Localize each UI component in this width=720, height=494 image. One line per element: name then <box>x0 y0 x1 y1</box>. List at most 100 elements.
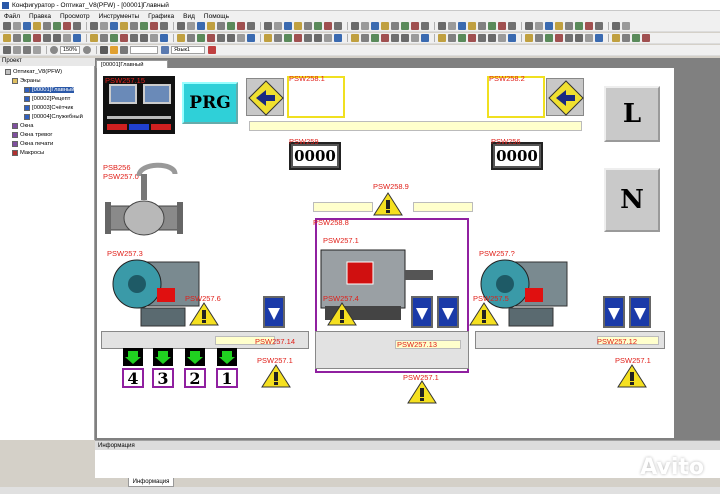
toolbar-tool-icon[interactable] <box>197 34 205 42</box>
zoom-out-icon[interactable] <box>50 46 58 54</box>
toolbar-tool-icon[interactable] <box>508 22 516 30</box>
left-arrow-button[interactable] <box>246 78 284 116</box>
toolbar-tool-icon[interactable] <box>274 22 282 30</box>
green-arrow-button-4[interactable] <box>123 348 143 366</box>
toolbar-tool-icon[interactable] <box>23 22 31 30</box>
toolbar-tool-icon[interactable] <box>468 34 476 42</box>
down-button-1[interactable] <box>263 296 285 328</box>
state-icon[interactable] <box>120 46 129 54</box>
state-select[interactable] <box>130 46 159 54</box>
tree-screen-1[interactable]: [00001]Главный <box>24 87 75 93</box>
menu-help[interactable]: Помощь <box>204 13 229 20</box>
toolbar-tool-icon[interactable] <box>468 22 476 30</box>
toolbar-tool-icon[interactable] <box>498 34 506 42</box>
toolbar-tool-icon[interactable] <box>294 34 302 42</box>
toolbar-tool-icon[interactable] <box>177 22 185 30</box>
toolbar-tool-icon[interactable] <box>247 34 255 42</box>
green-arrow-button-3[interactable] <box>153 348 173 366</box>
toolbar-tool-icon[interactable] <box>535 34 543 42</box>
toolbar-tool-icon[interactable] <box>43 34 51 42</box>
toolbar-tool-icon[interactable] <box>421 22 429 30</box>
tree-macros[interactable]: Макросы <box>12 150 44 156</box>
order-icon[interactable] <box>23 46 31 54</box>
tree-screens[interactable]: Экраны <box>12 78 41 84</box>
toolbar-tool-icon[interactable] <box>545 34 553 42</box>
toolbar-tool-icon[interactable] <box>575 34 583 42</box>
toolbar-tool-icon[interactable] <box>43 22 51 30</box>
toolbar-tool-icon[interactable] <box>140 22 148 30</box>
toolbar-tool-icon[interactable] <box>73 34 81 42</box>
toolbar-tool-icon[interactable] <box>304 34 312 42</box>
align-icon[interactable] <box>3 46 11 54</box>
menu-tools[interactable]: Инструменты <box>99 13 140 20</box>
n-button[interactable]: N <box>604 168 660 232</box>
toolbar-tool-icon[interactable] <box>177 34 185 42</box>
toolbar-tool-icon[interactable] <box>565 22 573 30</box>
toolbar-tool-icon[interactable] <box>448 22 456 30</box>
down-button-5[interactable] <box>629 296 651 328</box>
toolbar-tool-icon[interactable] <box>525 34 533 42</box>
toolbar-tool-icon[interactable] <box>612 34 620 42</box>
toolbar-tool-icon[interactable] <box>421 34 429 42</box>
toolbar-tool-icon[interactable] <box>622 34 630 42</box>
toolbar-tool-icon[interactable] <box>371 22 379 30</box>
toolbar-tool-icon[interactable] <box>478 22 486 30</box>
toolbar-tool-icon[interactable] <box>438 22 446 30</box>
toolbar-tool-icon[interactable] <box>438 34 446 42</box>
grid-icon[interactable] <box>100 46 109 54</box>
toolbar-tool-icon[interactable] <box>160 22 168 30</box>
toolbar-tool-icon[interactable] <box>555 34 563 42</box>
menu-edit[interactable]: Правка <box>29 13 51 20</box>
tree-print-windows[interactable]: Окна печати <box>12 141 53 147</box>
zoom-select[interactable]: 150% <box>60 46 81 54</box>
toolbar-tool-icon[interactable] <box>294 22 302 30</box>
toolbar-tool-icon[interactable] <box>130 22 138 30</box>
toolbar-tool-icon[interactable] <box>458 22 466 30</box>
number-button-3[interactable]: 3 <box>152 368 174 388</box>
toolbar-tool-icon[interactable] <box>458 34 466 42</box>
tree-alarm-windows[interactable]: Окна тревог <box>12 132 53 138</box>
down-button-4[interactable] <box>603 296 625 328</box>
toolbar-tool-icon[interactable] <box>575 22 583 30</box>
green-arrow-button-1[interactable] <box>217 348 237 366</box>
toolbar-tool-icon[interactable] <box>351 34 359 42</box>
toolbar-tool-icon[interactable] <box>187 22 195 30</box>
tree-screen-3[interactable]: [00003]Счётчик <box>24 105 73 111</box>
toolbar-tool-icon[interactable] <box>585 22 593 30</box>
toolbar-tool-icon[interactable] <box>100 34 108 42</box>
toolbar-tool-icon[interactable] <box>73 22 81 30</box>
toolbar-tool-icon[interactable] <box>130 34 138 42</box>
toolbar-tool-icon[interactable] <box>595 22 603 30</box>
toolbar-tool-icon[interactable] <box>100 22 108 30</box>
prg-button[interactable]: PRG <box>182 82 238 124</box>
toolbar-tool-icon[interactable] <box>498 22 506 30</box>
toolbar-tool-icon[interactable] <box>140 34 148 42</box>
language-icon[interactable] <box>161 46 170 54</box>
menu-window[interactable]: Вид <box>183 13 195 20</box>
group-icon[interactable] <box>13 46 21 54</box>
toolbar-tool-icon[interactable] <box>401 34 409 42</box>
toolbar-tool-icon[interactable] <box>33 22 41 30</box>
toolbar-tool-icon[interactable] <box>3 34 11 42</box>
hand-icon[interactable] <box>110 46 119 54</box>
toolbar-tool-icon[interactable] <box>411 34 419 42</box>
toolbar-tool-icon[interactable] <box>274 34 282 42</box>
toolbar-tool-icon[interactable] <box>284 34 292 42</box>
toolbar-tool-icon[interactable] <box>197 22 205 30</box>
down-button-3[interactable] <box>437 296 459 328</box>
toolbar-tool-icon[interactable] <box>120 22 128 30</box>
tree-root[interactable]: Оптикат_V8(PFW) <box>5 69 62 75</box>
toolbar-tool-icon[interactable] <box>247 22 255 30</box>
toolbar-tool-icon[interactable] <box>3 22 11 30</box>
document-tab[interactable]: [00001]Главный <box>96 60 168 68</box>
toolbar-tool-icon[interactable] <box>110 22 118 30</box>
toolbar-tool-icon[interactable] <box>237 22 245 30</box>
toolbar-tool-icon[interactable] <box>110 34 118 42</box>
toolbar-tool-icon[interactable] <box>622 22 630 30</box>
toolbar-tool-icon[interactable] <box>488 34 496 42</box>
toolbar-tool-icon[interactable] <box>595 34 603 42</box>
toolbar-tool-icon[interactable] <box>217 22 225 30</box>
toolbar-tool-icon[interactable] <box>23 34 31 42</box>
toolbar-tool-icon[interactable] <box>488 22 496 30</box>
toolbar-tool-icon[interactable] <box>381 22 389 30</box>
